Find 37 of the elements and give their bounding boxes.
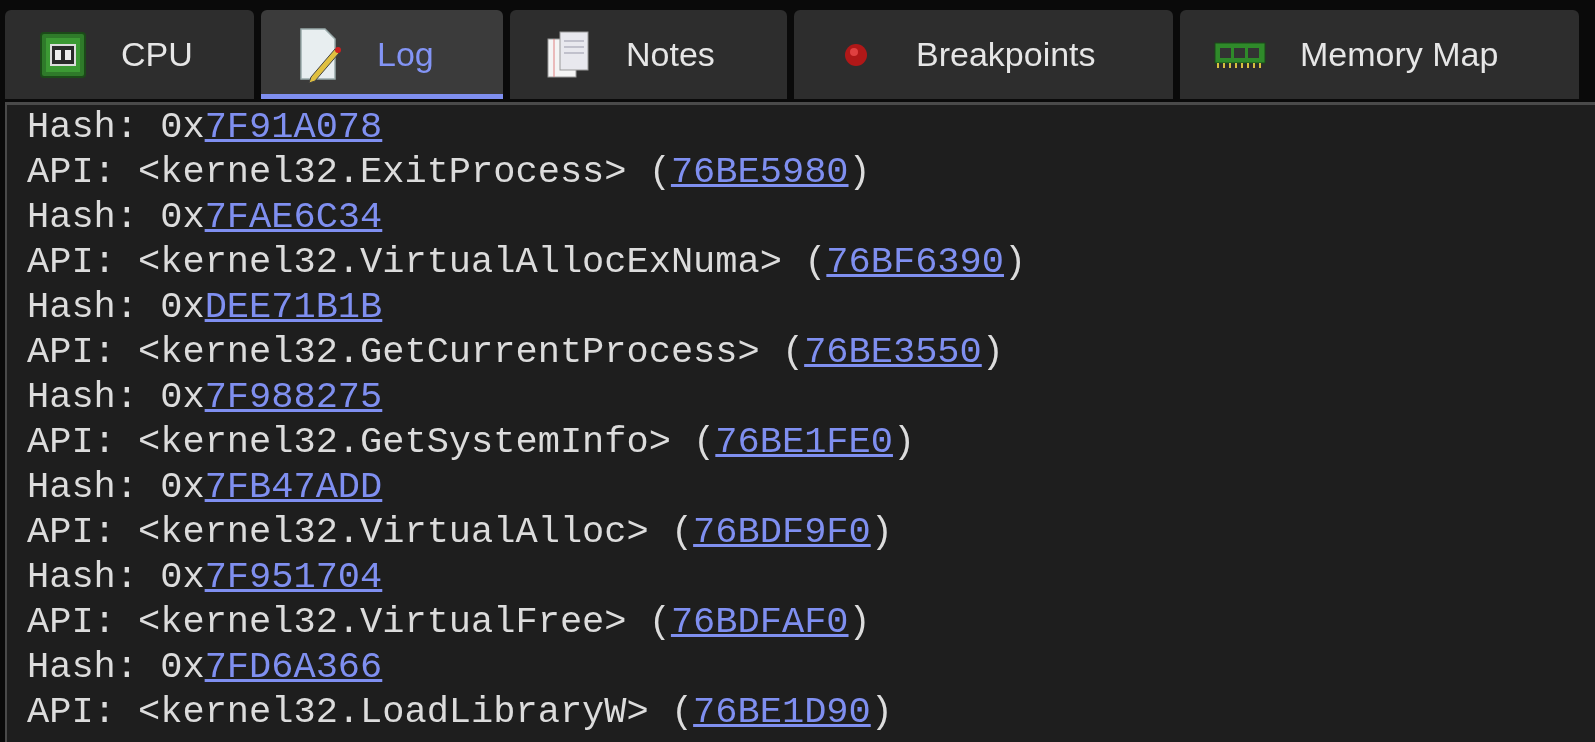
dot-icon — [844, 42, 868, 67]
address-link[interactable]: 76BE5980 — [670, 151, 849, 193]
tab[interactable]: Breakpoints — [794, 10, 1173, 99]
log-line: API: <kernel32.LoadLibraryW> (76BE1D90) — [27, 690, 894, 735]
memory-module-icon — [1214, 40, 1266, 69]
address-link[interactable]: 7F91A078 — [204, 106, 383, 148]
log-line: API: <kernel32.GetCurrentProcess> (76BE3550) — [27, 330, 1005, 375]
documents-icon — [544, 28, 592, 81]
address-link[interactable]: 76BDFAF0 — [670, 601, 849, 643]
log-line: API: <kernel32.VirtualFree> (76BDFAF0) — [27, 600, 872, 645]
log-line: Hash: 0x7F988275 — [27, 375, 384, 420]
address-link[interactable]: 7FD6A366 — [204, 646, 383, 688]
log-line: API: <kernel32.VirtualAllocExNuma> (76BF6390) — [27, 240, 1028, 285]
log-line: Hash: 0x7FAE6C34 — [27, 195, 384, 240]
address-link[interactable]: 76BE1D90 — [693, 691, 871, 733]
address-link[interactable]: DEE71B1B — [204, 286, 383, 328]
tab[interactable]: Log — [261, 10, 503, 99]
address-link[interactable]: 76BDF9F0 — [693, 511, 871, 553]
log-line: Hash: 0x7FB47ADD — [27, 465, 384, 510]
tab[interactable]: CPU — [5, 10, 254, 99]
address-link[interactable]: 7F988275 — [204, 376, 383, 418]
log-line: API: <kernel32.ExitProcess> (76BE5980) — [27, 150, 872, 195]
chip-icon — [39, 30, 87, 79]
log-line: Hash: 0x7FD6A366 — [27, 645, 384, 690]
tab[interactable]: Memory Map — [1180, 10, 1579, 99]
address-link[interactable]: 7FAE6C34 — [204, 196, 383, 238]
log-line: Hash: 0x7F951704 — [27, 555, 384, 600]
address-link[interactable]: 76BE3550 — [804, 331, 982, 373]
log-line: API: <kernel32.GetSystemInfo> (76BE1FE0) — [27, 420, 917, 465]
address-link[interactable]: 7F951704 — [204, 556, 383, 598]
address-link[interactable]: 7FB47ADD — [204, 466, 383, 508]
tab[interactable]: Notes — [510, 10, 787, 99]
log-line: Hash: 0xDEE71B1B — [27, 285, 384, 330]
address-link[interactable]: 76BE1FE0 — [715, 421, 893, 463]
log-line: Hash: 0x7F91A078 — [27, 105, 384, 150]
log-line: API: <kernel32.VirtualAlloc> (76BDF9F0) — [27, 510, 894, 555]
address-link[interactable]: 76BF6390 — [826, 241, 1004, 283]
